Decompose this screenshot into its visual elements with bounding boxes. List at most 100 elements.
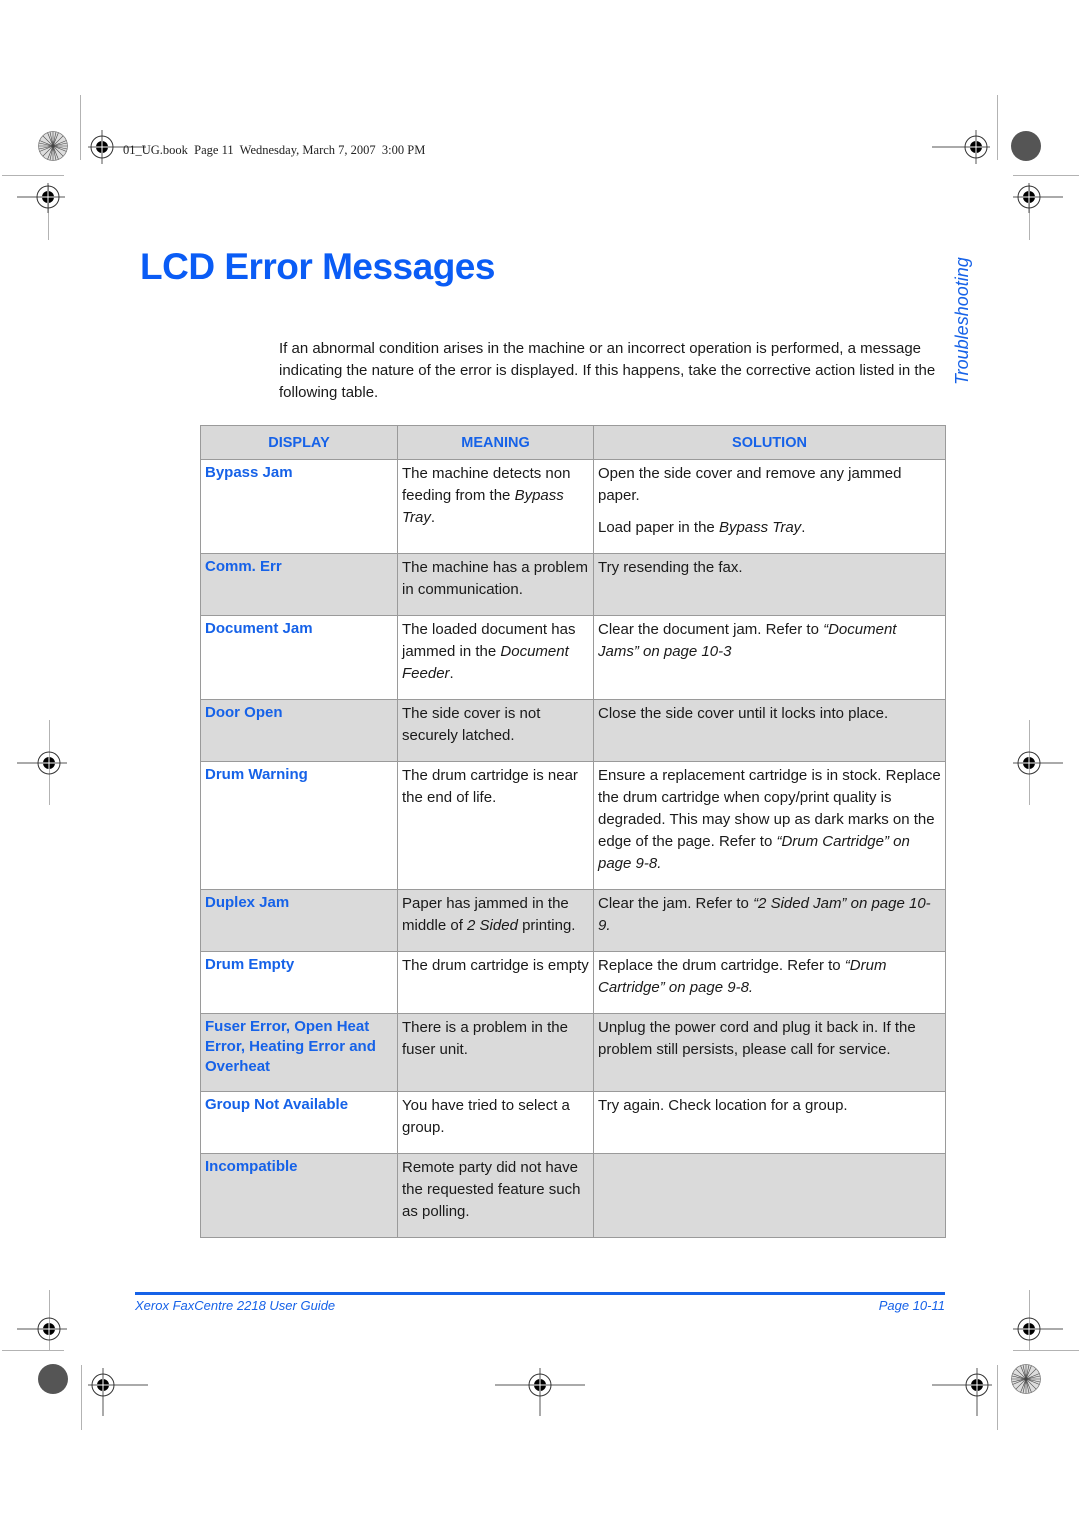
display-message: Bypass Jam — [200, 459, 398, 554]
registration-crosshair-icon — [17, 183, 65, 213]
footer-page-number: Page 10-11 — [878, 1298, 945, 1313]
crop-line — [81, 1365, 82, 1430]
solution-cell: Try again. Check location for a group. — [593, 1091, 946, 1154]
text-run: Open the side cover and remove any jamme… — [598, 465, 902, 504]
italic-text: 2 Sided — [467, 917, 518, 934]
solution-paragraph: Replace the drum cartridge. Refer to “Dr… — [598, 955, 941, 999]
starburst-calibration-icon — [38, 131, 68, 161]
text-run: The machine has a problem in communicati… — [402, 559, 588, 598]
solution-paragraph: Unplug the power cord and plug it back i… — [598, 1017, 941, 1061]
display-message: Document Jam — [200, 615, 398, 700]
text-run: Load paper in the — [598, 519, 719, 536]
meaning-cell: You have tried to select a group. — [397, 1091, 594, 1154]
display-message: Group Not Available — [200, 1091, 398, 1154]
table-row: Fuser Error, Open Heat Error, Heating Er… — [200, 1013, 946, 1092]
table-row: Drum Warning The drum cartridge is near t… — [200, 761, 946, 890]
crop-line — [997, 95, 998, 160]
footer-rule — [135, 1292, 945, 1295]
registration-crosshair-icon — [17, 1317, 67, 1341]
table-row: Door Open The side cover is not securely … — [200, 699, 946, 762]
solution-paragraph: Try resending the fax. — [598, 557, 941, 579]
meaning-cell: The drum cartridge is near the end of li… — [397, 761, 594, 890]
solution-cell — [593, 1153, 946, 1238]
table-row: Incompatible Remote party did not have th… — [200, 1153, 946, 1238]
meaning-cell: The machine detects non feeding from the… — [397, 459, 594, 554]
footer-guide-title: Xerox FaxCentre 2218 User Guide — [135, 1298, 336, 1313]
solution-cell: Replace the drum cartridge. Refer to “Dr… — [593, 951, 946, 1014]
solution-paragraph: Close the side cover until it locks into… — [598, 703, 941, 725]
meaning-cell: Remote party did not have the requested … — [397, 1153, 594, 1238]
solution-paragraph: Load paper in the Bypass Tray. — [598, 517, 941, 539]
table-row: Comm. Err The machine has a problem in co… — [200, 553, 946, 616]
crop-line — [997, 1365, 998, 1430]
starburst-calibration-icon — [1011, 1364, 1041, 1394]
table-header-row: DISPLAY MEANING SOLUTION — [200, 425, 946, 460]
registration-crosshair-icon — [932, 130, 990, 164]
text-run: . — [449, 665, 454, 682]
table-row: Duplex Jam Paper has jammed in the middle… — [200, 889, 946, 952]
text-run: Clear the jam. Refer to — [598, 895, 754, 912]
column-header-solution: SOLUTION — [593, 425, 946, 460]
text-run: There is a problem in the fuser unit. — [402, 1019, 568, 1058]
registration-crosshair-icon — [1013, 751, 1063, 775]
error-messages-table: DISPLAY MEANING SOLUTION Bypass Jam The m… — [200, 425, 946, 1238]
book-header: 01_UG.book Page 11 Wednesday, March 7, 2… — [123, 143, 426, 157]
table-body: Bypass Jam The machine detects non feedin… — [200, 459, 946, 1238]
page-title: LCD Error Messages — [140, 246, 495, 287]
display-message: Incompatible — [200, 1153, 398, 1238]
table-row: Drum Empty The drum cartridge is empty Rep… — [200, 951, 946, 1014]
crop-line — [1013, 1350, 1079, 1351]
text-run: Try again. Check location for a group. — [598, 1097, 848, 1114]
solution-paragraph: Try again. Check location for a group. — [598, 1095, 941, 1117]
column-header-meaning: MEANING — [397, 425, 594, 460]
crop-line — [80, 95, 81, 160]
text-run: printing. — [517, 917, 576, 934]
solution-paragraph: Clear the document jam. Refer to “Docume… — [598, 619, 941, 663]
crop-line — [1013, 175, 1079, 176]
text-run: Replace the drum cartridge. Refer to — [598, 957, 845, 974]
text-run: The drum cartridge is near the end of li… — [402, 767, 578, 806]
italic-text: Bypass Tray — [718, 519, 802, 536]
crop-line — [2, 175, 64, 176]
solution-paragraph: Open the side cover and remove any jamme… — [598, 463, 941, 507]
text-run: . — [801, 519, 806, 536]
text-run: You have tried to select a group. — [402, 1097, 570, 1136]
text-run: The side cover is not securely latched. — [402, 705, 541, 744]
display-message: Drum Empty — [200, 951, 398, 1014]
registration-crosshair-icon — [495, 1368, 585, 1416]
meaning-cell: There is a problem in the fuser unit. — [397, 1013, 594, 1092]
meaning-cell: The drum cartridge is empty — [397, 951, 594, 1014]
text-run: Close the side cover until it locks into… — [598, 705, 889, 722]
registration-crosshair-icon — [932, 1368, 992, 1416]
text-run: Try resending the fax. — [598, 559, 743, 576]
solution-cell: Try resending the fax. — [593, 553, 946, 616]
display-message: Comm. Err — [200, 553, 398, 616]
section-side-tab: Troubleshooting — [952, 257, 972, 385]
solution-cell: Ensure a replacement cartridge is in sto… — [593, 761, 946, 890]
solution-cell: Clear the jam. Refer to “2 Sided Jam” on… — [593, 889, 946, 952]
gray-calibration-circle-icon — [38, 1364, 68, 1394]
meaning-cell: The side cover is not securely latched. — [397, 699, 594, 762]
text-run: Clear the document jam. Refer to — [598, 621, 824, 638]
solution-cell: Clear the document jam. Refer to “Docume… — [593, 615, 946, 700]
registration-crosshair-icon — [88, 1368, 148, 1416]
column-header-display: DISPLAY — [200, 425, 398, 460]
text-run: Unplug the power cord and plug it back i… — [598, 1019, 916, 1058]
display-message: Door Open — [200, 699, 398, 762]
solution-cell: Close the side cover until it locks into… — [593, 699, 946, 762]
display-message: Duplex Jam — [200, 889, 398, 952]
display-message: Drum Warning — [200, 761, 398, 890]
solution-paragraph: Clear the jam. Refer to “2 Sided Jam” on… — [598, 893, 941, 937]
intro-paragraph: If an abnormal condition arises in the m… — [279, 340, 936, 401]
registration-crosshair-icon — [1013, 1317, 1063, 1341]
meaning-cell: The machine has a problem in communicati… — [397, 553, 594, 616]
meaning-cell: Paper has jammed in the middle of 2 Side… — [397, 889, 594, 952]
text-run: Remote party did not have the requested … — [402, 1159, 581, 1220]
table-row: Bypass Jam The machine detects non feedin… — [200, 459, 946, 554]
table-row: Document Jam The loaded document has jamm… — [200, 615, 946, 700]
text-run: . — [430, 509, 436, 526]
solution-cell: Open the side cover and remove any jamme… — [593, 459, 946, 554]
display-message: Fuser Error, Open Heat Error, Heating Er… — [200, 1013, 398, 1092]
gray-calibration-circle-icon — [1011, 131, 1041, 161]
